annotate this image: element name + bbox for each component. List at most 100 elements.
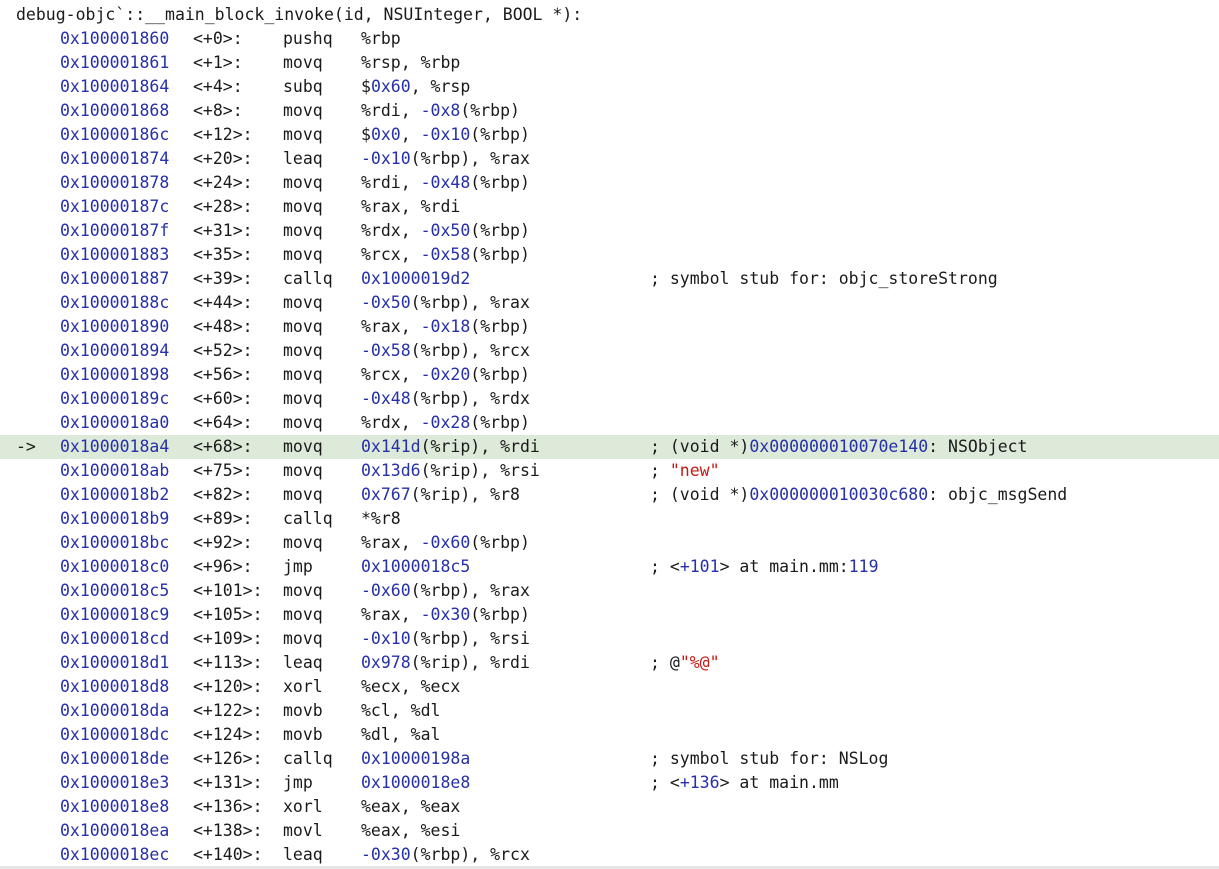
instruction-row[interactable]: 0x1000018b9 <+89>: callq *%r8	[0, 507, 1219, 531]
instruction-row[interactable]: 0x100001874 <+20>: leaq -0x10(%rbp), %rax	[0, 147, 1219, 171]
operand-text: %rbp	[361, 29, 401, 48]
instruction-offset: <+140>:	[193, 845, 263, 864]
operand-text: ; symbol stub for: objc_storeStrong	[650, 269, 998, 288]
instruction-mnemonic: callq	[283, 749, 333, 768]
numeric-literal: 0x10000198a	[361, 749, 471, 768]
instruction-row[interactable]: 0x100001860 <+0>: pushq %rbp	[0, 27, 1219, 51]
instruction-mnemonic: leaq	[283, 149, 323, 168]
instruction-row[interactable]: 0x100001890 <+48>: movq %rax, -0x18(%rbp)	[0, 315, 1219, 339]
operand-text: (%rbp)	[470, 245, 530, 264]
string-literal: "%@"	[679, 653, 720, 672]
instruction-row[interactable]: 0x1000018cd <+109>: movq -0x10(%rbp), %rsi	[0, 627, 1219, 651]
instruction-address: 0x100001894	[60, 341, 170, 360]
instruction-row[interactable]: 0x1000018ea <+138>: movl %eax, %esi	[0, 819, 1219, 843]
instruction-offset: <+0>:	[193, 29, 243, 48]
instruction-offset: <+44>:	[193, 293, 253, 312]
instruction-mnemonic: movl	[283, 821, 323, 840]
operand-text: (%rip), %rdi	[410, 653, 530, 672]
instruction-row[interactable]: 0x100001861 <+1>: movq %rsp, %rbp	[0, 51, 1219, 75]
instruction-row[interactable]: 0x10000187c <+28>: movq %rax, %rdi	[0, 195, 1219, 219]
instruction-offset: <+96>:	[193, 557, 253, 576]
instruction-operands: 0x141d(%rip), %rdi	[361, 435, 540, 459]
instruction-offset: <+113>:	[193, 653, 263, 672]
instruction-row[interactable]: 0x1000018a0 <+64>: movq %rdx, -0x28(%rbp)	[0, 411, 1219, 435]
instruction-row[interactable]: 0x10000186c <+12>: movq $0x0, -0x10(%rbp)	[0, 123, 1219, 147]
instruction-operands: %rsp, %rbp	[361, 51, 460, 75]
numeric-literal: -0x10	[361, 149, 411, 168]
instruction-row[interactable]: 0x10000187f <+31>: movq %rdx, -0x50(%rbp)	[0, 219, 1219, 243]
instruction-row[interactable]: 0x1000018dc <+124>: movb %dl, %al	[0, 723, 1219, 747]
instruction-operands: -0x48(%rbp), %rdx	[361, 387, 530, 411]
instruction-row[interactable]: 0x100001883 <+35>: movq %rcx, -0x58(%rbp)	[0, 243, 1219, 267]
instruction-row[interactable]: 0x1000018d1 <+113>: leaq 0x978(%rip), %rdi;…	[0, 651, 1219, 675]
instruction-comment: ; symbol stub for: NSLog	[650, 747, 888, 771]
instruction-mnemonic: movq	[283, 605, 323, 624]
instruction-mnemonic: movq	[283, 101, 323, 120]
instruction-row-current[interactable]: -> 0x1000018a4 <+68>: movq 0x141d(%rip), %rd…	[0, 435, 1219, 459]
instruction-row[interactable]: 0x10000189c <+60>: movq -0x48(%rbp), %rdx	[0, 387, 1219, 411]
instruction-row[interactable]: 0x100001894 <+52>: movq -0x58(%rbp), %rcx	[0, 339, 1219, 363]
instruction-row[interactable]: 0x1000018c9 <+105>: movq %rax, -0x30(%rbp)	[0, 603, 1219, 627]
operand-text: ;	[650, 461, 670, 480]
instruction-address: 0x100001898	[60, 365, 170, 384]
numeric-literal: 0x1000018e8	[361, 773, 471, 792]
instruction-row[interactable]: 0x1000018d8 <+120>: xorl %ecx, %ecx	[0, 675, 1219, 699]
operand-text: : objc_msgSend	[928, 485, 1068, 504]
numeric-literal: -0x50	[361, 293, 411, 312]
operand-text: (%rbp)	[470, 125, 530, 144]
instruction-address: 0x1000018b2	[60, 485, 170, 504]
instruction-row[interactable]: 0x1000018c0 <+96>: jmp 0x1000018c5 ; <+101> …	[0, 555, 1219, 579]
instruction-address: 0x1000018d1	[60, 653, 170, 672]
instruction-mnemonic: xorl	[283, 677, 323, 696]
operand-text: $	[361, 77, 371, 96]
instruction-mnemonic: jmp	[283, 557, 313, 576]
instruction-row[interactable]: 0x10000188c <+44>: movq -0x50(%rbp), %rax	[0, 291, 1219, 315]
operand-text: (%rip), %rsi	[420, 461, 540, 480]
instruction-row[interactable]: 0x1000018e8 <+136>: xorl %eax, %eax	[0, 795, 1219, 819]
operand-text: (%rbp), %rsi	[410, 629, 530, 648]
operand-text: (%rbp)	[470, 365, 530, 384]
numeric-literal: -0x18	[420, 317, 471, 336]
instruction-row[interactable]: 0x1000018ec <+140>: leaq -0x30(%rbp), %rcx	[0, 843, 1219, 867]
instruction-row[interactable]: 0x100001878 <+24>: movq %rdi, -0x48(%rbp)	[0, 171, 1219, 195]
function-header: debug-objc`::__main_block_invoke(id, NSU…	[16, 5, 583, 24]
instruction-row[interactable]: 0x1000018da <+122>: movb %cl, %dl	[0, 699, 1219, 723]
numeric-literal: -0x20	[420, 365, 471, 384]
instruction-operands: -0x10(%rbp), %rax	[361, 147, 530, 171]
instruction-row[interactable]: 0x100001864 <+4>: subq $0x60, %rsp	[0, 75, 1219, 99]
instruction-row[interactable]: 0x100001887 <+39>: callq 0x1000019d2 ; symbo…	[0, 267, 1219, 291]
instruction-row[interactable]: 0x1000018de <+126>: callq 0x10000198a ; symb…	[0, 747, 1219, 771]
numeric-literal: -0x60	[361, 581, 411, 600]
instruction-row[interactable]: 0x100001868 <+8>: movq %rdi, -0x8(%rbp)	[0, 99, 1219, 123]
instruction-address: 0x1000018bc	[60, 533, 170, 552]
instruction-address: 0x1000018d8	[60, 677, 170, 696]
instruction-row[interactable]: 0x1000018ab <+75>: movq 0x13d6(%rip), %rsi;…	[0, 459, 1219, 483]
instruction-address: 0x1000018da	[60, 701, 170, 720]
numeric-literal: -0x50	[420, 221, 471, 240]
instruction-address: 0x100001887	[60, 269, 170, 288]
instruction-address: 0x10000187c	[60, 197, 170, 216]
instruction-row[interactable]: 0x1000018e3 <+131>: jmp 0x1000018e8 ; <+136>…	[0, 771, 1219, 795]
instruction-row[interactable]: 0x100001898 <+56>: movq %rcx, -0x20(%rbp)	[0, 363, 1219, 387]
instruction-operands: -0x50(%rbp), %rax	[361, 291, 530, 315]
operand-text: : NSObject	[928, 437, 1028, 456]
instruction-address: 0x1000018c5	[60, 581, 170, 600]
operand-text: ; <	[650, 557, 680, 576]
operand-text: > at main.mm:	[719, 557, 849, 576]
instruction-operands: %rax, -0x18(%rbp)	[361, 315, 530, 339]
instruction-address: 0x1000018cd	[60, 629, 170, 648]
numeric-literal: -0x10	[361, 629, 411, 648]
instruction-row[interactable]: 0x1000018b2 <+82>: movq 0x767(%rip), %r8 ; (…	[0, 483, 1219, 507]
instruction-row[interactable]: 0x1000018c5 <+101>: movq -0x60(%rbp), %rax	[0, 579, 1219, 603]
instruction-operands: -0x30(%rbp), %rcx	[361, 843, 530, 867]
instruction-offset: <+120>:	[193, 677, 263, 696]
instruction-operands: %rax, -0x60(%rbp)	[361, 531, 530, 555]
instruction-comment: ; (void *)0x000000010070e140: NSObject	[650, 435, 1028, 459]
instruction-mnemonic: movq	[283, 581, 323, 600]
operand-text: , %rsp	[410, 77, 471, 96]
operand-text: (%rip), %r8	[410, 485, 520, 504]
instruction-mnemonic: movq	[283, 341, 323, 360]
disassembly-listing[interactable]: 0x100001860 <+0>: pushq %rbp 0x100001861 <+1>…	[0, 27, 1219, 867]
operand-text: %rdi,	[361, 173, 421, 192]
instruction-row[interactable]: 0x1000018bc <+92>: movq %rax, -0x60(%rbp)	[0, 531, 1219, 555]
